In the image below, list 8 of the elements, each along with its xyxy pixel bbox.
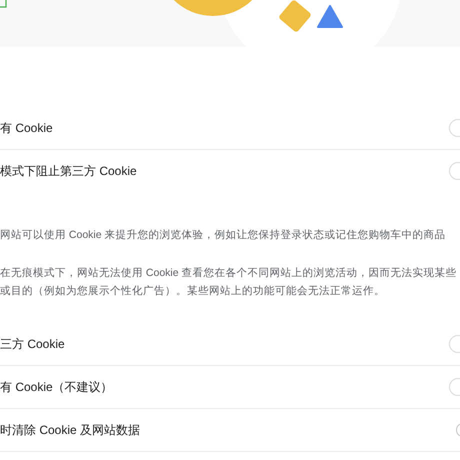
description-text: 在无痕模式下，网站无法使用 Cookie 查看您在各个不同网站上的浏览活动，因而无法实现某些 (0, 266, 457, 281)
option-label: 有 Cookie (0, 120, 53, 136)
description-text: 或目的（例如为您展示个性化广告）。某些网站上的功能可能会无法正常运作。 (0, 284, 385, 299)
option-label: 有 Cookie（不建议） (0, 379, 113, 396)
option-label: 模式下阻止第三方 Cookie (0, 163, 137, 180)
option-label: 时清除 Cookie 及网站数据 (0, 422, 140, 439)
description-text: 网站可以使用 Cookie 来提升您的浏览体验，例如让您保持登录状态或记住您购物车中的商品 (0, 228, 446, 243)
option-label: 三方 Cookie (0, 336, 65, 352)
